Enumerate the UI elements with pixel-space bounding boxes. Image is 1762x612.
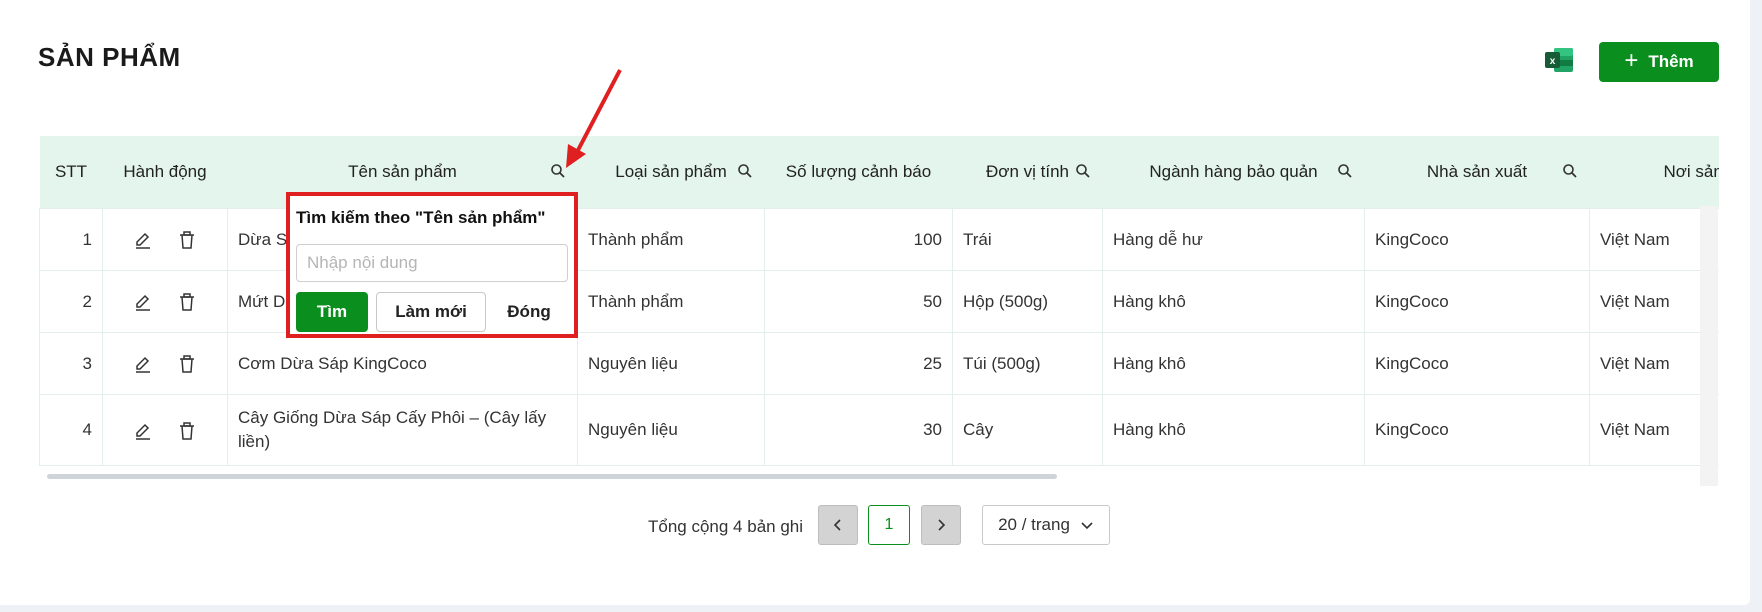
- cell-actions: [102, 332, 228, 395]
- column-header-label: Nơi sản xu: [1663, 162, 1719, 181]
- cell-type: Thành phẩm: [577, 208, 765, 271]
- column-header-label: Hành động: [123, 162, 207, 181]
- trash-icon[interactable]: [177, 230, 197, 250]
- cell-unit: Trái: [952, 208, 1103, 271]
- prev-page-button[interactable]: [818, 505, 858, 545]
- cell-category: Hàng dễ hư: [1102, 208, 1365, 271]
- cell-qty: 30: [764, 394, 953, 466]
- column-header-origin: Nơi sản xu: [1589, 136, 1719, 209]
- trash-icon[interactable]: [177, 354, 197, 374]
- table-row: 3 Cơm Dừa Sáp KingCoco Nguyên liệu 25 Tú…: [39, 332, 1719, 395]
- cell-category: Hàng khô: [1102, 270, 1365, 333]
- edit-icon[interactable]: [133, 230, 153, 250]
- edit-icon[interactable]: [133, 354, 153, 374]
- cell-qty: 50: [764, 270, 953, 333]
- export-excel-button[interactable]: x: [1544, 46, 1574, 74]
- add-button[interactable]: + Thêm: [1599, 42, 1719, 82]
- page-size-value: 20 / trang: [998, 515, 1070, 534]
- cell-stt: 2: [39, 270, 103, 333]
- cell-qty: 100: [764, 208, 953, 271]
- column-header-label: STT: [54, 162, 88, 181]
- cell-maker: KingCoco: [1364, 270, 1590, 333]
- column-header-label: Nhà sản xuất: [1426, 162, 1528, 181]
- column-header-label: Đơn vị tính: [986, 162, 1069, 181]
- search-popup-title: Tìm kiếm theo "Tên sản phẩm": [296, 208, 546, 227]
- add-button-label: Thêm: [1648, 52, 1694, 71]
- trash-icon[interactable]: [177, 421, 197, 441]
- next-page-button[interactable]: [921, 505, 961, 545]
- cell-stt: 4: [39, 394, 103, 466]
- cell-maker: KingCoco: [1364, 208, 1590, 271]
- chevron-down-icon: [1081, 522, 1093, 530]
- cell-maker: KingCoco: [1364, 332, 1590, 395]
- chevron-left-icon: [833, 519, 841, 531]
- vertical-scrollbar[interactable]: [1700, 206, 1718, 486]
- cell-stt: 3: [39, 332, 103, 395]
- column-header-actions: Hành động: [102, 136, 228, 209]
- page-title: SẢN PHẨM: [38, 42, 181, 72]
- page-number-current[interactable]: 1: [868, 505, 910, 545]
- excel-icon: x: [1545, 48, 1573, 72]
- svg-text:x: x: [1550, 56, 1556, 67]
- cell-maker: KingCoco: [1364, 394, 1590, 466]
- plus-icon: +: [1624, 46, 1639, 74]
- cell-unit: Cây: [952, 394, 1103, 466]
- cell-unit: Túi (500g): [952, 332, 1103, 395]
- search-popup: Tìm kiếm theo "Tên sản phẩm" Tìm Làm mới…: [286, 192, 578, 338]
- annotation-arrow: [566, 69, 622, 168]
- column-header-qty: Số lượng cảnh báo: [764, 136, 953, 209]
- search-button[interactable]: Tìm: [296, 292, 368, 332]
- close-button[interactable]: Đóng: [494, 292, 564, 332]
- column-header-unit: Đơn vị tính: [952, 136, 1103, 209]
- cell-type: Nguyên liệu: [577, 332, 765, 395]
- column-header-stt: STT: [39, 136, 103, 209]
- cell-actions: [102, 208, 228, 271]
- column-header-label: Tên sản phẩm: [348, 162, 457, 181]
- column-header-label: Số lượng cảnh báo: [785, 162, 932, 181]
- cell-actions: [102, 270, 228, 333]
- pagination: Tổng cộng 4 bản ghi 1 20 / trang: [0, 505, 1762, 547]
- scrollbar-thumb[interactable]: [47, 474, 1057, 479]
- cell-qty: 25: [764, 332, 953, 395]
- cell-name: Cơm Dừa Sáp KingCoco: [227, 332, 578, 395]
- edit-icon[interactable]: [133, 421, 153, 441]
- search-input[interactable]: [296, 244, 568, 282]
- horizontal-scrollbar[interactable]: [39, 472, 1719, 482]
- content-card: SẢN PHẨM x + Thêm STT Hành động Tên sản …: [0, 0, 1750, 605]
- total-records: Tổng cộng 4 bản ghi: [648, 517, 804, 536]
- search-icon[interactable]: [1562, 163, 1578, 179]
- cell-category: Hàng khô: [1102, 394, 1365, 466]
- cell-type: Thành phẩm: [577, 270, 765, 333]
- edit-icon[interactable]: [133, 292, 153, 312]
- search-icon[interactable]: [737, 163, 753, 179]
- search-icon[interactable]: [1337, 163, 1353, 179]
- cell-category: Hàng khô: [1102, 332, 1365, 395]
- cell-name: Cây Giống Dừa Sáp Cấy Phôi – (Cây lấy li…: [227, 394, 578, 466]
- cell-type: Nguyên liệu: [577, 394, 765, 466]
- reset-button[interactable]: Làm mới: [376, 292, 486, 332]
- column-header-label: Loại sản phẩm: [615, 162, 727, 181]
- column-header-maker: Nhà sản xuất: [1364, 136, 1590, 209]
- table-row: 4 Cây Giống Dừa Sáp Cấy Phôi – (Cây lấy …: [39, 394, 1719, 466]
- column-header-category: Ngành hàng bảo quản: [1102, 136, 1365, 209]
- page-size-select[interactable]: 20 / trang: [982, 505, 1110, 545]
- search-icon[interactable]: [1075, 163, 1091, 179]
- cell-actions: [102, 394, 228, 466]
- cell-stt: 1: [39, 208, 103, 271]
- trash-icon[interactable]: [177, 292, 197, 312]
- cell-unit: Hộp (500g): [952, 270, 1103, 333]
- chevron-right-icon: [938, 519, 946, 531]
- column-header-label: Ngành hàng bảo quản: [1149, 162, 1318, 181]
